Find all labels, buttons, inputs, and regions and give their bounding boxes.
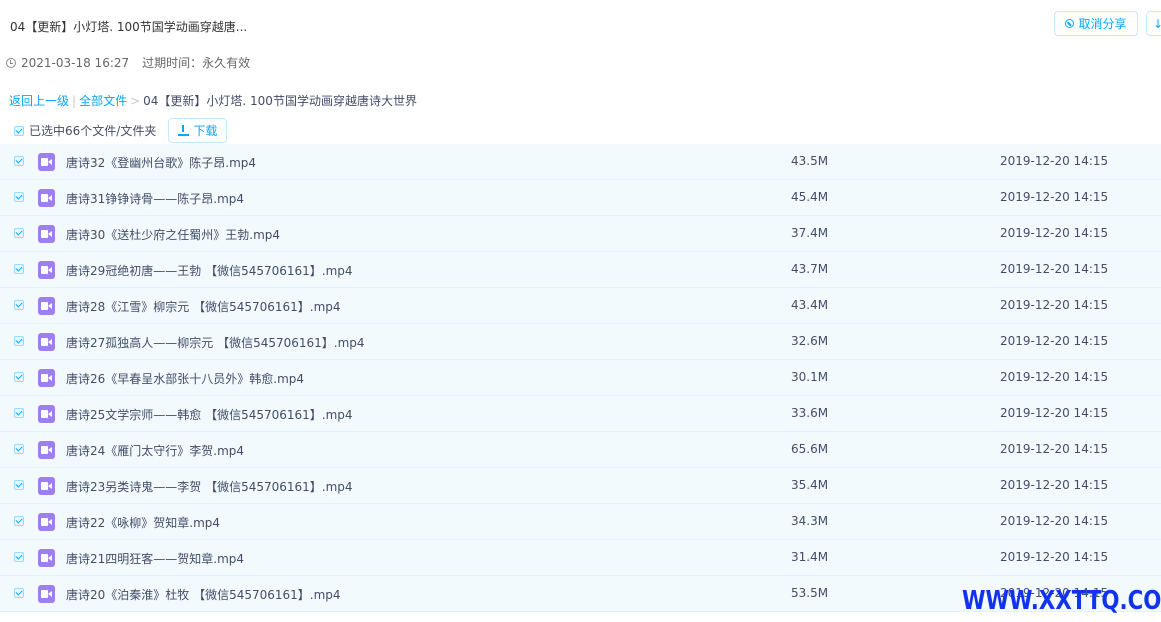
file-name[interactable]: 唐诗32《登幽州台歌》陈子昂.mp4: [66, 154, 256, 171]
breadcrumb-separator: |: [72, 93, 77, 108]
file-size: 32.6M: [791, 334, 829, 348]
file-name[interactable]: 唐诗25文学宗师——韩愈 【微信545706161】.mp4: [66, 406, 353, 423]
file-size: 45.4M: [791, 190, 829, 204]
cancel-share-button[interactable]: 取消分享: [1054, 11, 1138, 36]
file-date: 2019-12-20 14:15: [1000, 370, 1109, 384]
row-checkbox[interactable]: [14, 300, 24, 310]
clock-icon: [6, 57, 16, 68]
file-name[interactable]: 唐诗22《咏柳》贺知章.mp4: [66, 514, 220, 531]
video-file-icon: [38, 441, 55, 459]
file-size: 43.4M: [791, 298, 829, 312]
file-name[interactable]: 唐诗23另类诗鬼——李贺 【微信545706161】.mp4: [66, 478, 353, 495]
selection-count: 已选中66个文件/文件夹: [29, 124, 157, 138]
file-date: 2019-12-20 14:15: [1000, 226, 1109, 240]
file-row[interactable]: 唐诗26《早春呈水部张十八员外》韩愈.mp4 30.1M 2019-12-20 14…: [0, 360, 1161, 396]
file-row[interactable]: 唐诗22《咏柳》贺知章.mp4 34.3M 2019-12-20 14:15: [0, 504, 1161, 540]
file-date: 2019-12-20 14:15: [1000, 190, 1109, 204]
file-row[interactable]: 唐诗25文学宗师——韩愈 【微信545706161】.mp4 33.6M 2019-…: [0, 396, 1161, 432]
file-size: 33.6M: [791, 406, 829, 420]
file-name[interactable]: 唐诗24《雁门太守行》李贺.mp4: [66, 442, 244, 459]
file-row[interactable]: 唐诗30《送杜少府之任蜀州》王勃.mp4 37.4M 2019-12-20 14:1…: [0, 216, 1161, 252]
download-icon: [178, 125, 190, 136]
ban-icon: [1065, 19, 1075, 28]
file-date: 2019-12-20 14:15: [1000, 406, 1109, 420]
file-date: 2019-12-20 14:15: [1000, 298, 1109, 312]
video-file-icon: [38, 225, 55, 243]
video-file-icon: [38, 477, 55, 495]
row-checkbox[interactable]: [14, 444, 24, 454]
row-checkbox[interactable]: [14, 192, 24, 202]
file-size: 43.5M: [791, 154, 829, 168]
video-file-icon: [38, 297, 55, 315]
file-name[interactable]: 唐诗26《早春呈水部张十八员外》韩愈.mp4: [66, 370, 304, 387]
file-row[interactable]: 唐诗28《江雪》柳宗元 【微信545706161】.mp4 43.4M 2019-1…: [0, 288, 1161, 324]
file-name[interactable]: 唐诗29冠绝初唐——王勃 【微信545706161】.mp4: [66, 262, 353, 279]
row-checkbox[interactable]: [14, 480, 24, 490]
file-size: 65.6M: [791, 442, 829, 456]
row-checkbox[interactable]: [14, 588, 24, 598]
video-file-icon: [38, 549, 55, 567]
file-row[interactable]: 唐诗23另类诗鬼——李贺 【微信545706161】.mp4 35.4M 2019-…: [0, 468, 1161, 504]
download-button[interactable]: 下载: [168, 118, 228, 143]
row-checkbox[interactable]: [14, 336, 24, 346]
selection-bar: 已选中66个文件/文件夹 下载: [14, 118, 228, 143]
download-label: 下载: [193, 124, 218, 138]
row-checkbox[interactable]: [14, 372, 24, 382]
video-file-icon: [38, 513, 55, 531]
file-date: 2019-12-20 14:15: [1000, 550, 1109, 564]
file-name[interactable]: 唐诗20《泊秦淮》杜牧 【微信545706161】.mp4: [66, 586, 341, 603]
file-date: 2019-12-20 14:15: [1000, 262, 1109, 276]
file-date: 2019-12-20 14:15: [1000, 154, 1109, 168]
video-file-icon: [38, 261, 55, 279]
video-file-icon: [38, 405, 55, 423]
file-size: 53.5M: [791, 586, 829, 600]
video-file-icon: [38, 369, 55, 387]
download-arrow-icon: ↓: [1153, 16, 1161, 31]
file-size: 43.7M: [791, 262, 829, 276]
row-checkbox[interactable]: [14, 264, 24, 274]
share-meta: 2021-03-18 16:27 过期时间：永久有效: [6, 54, 250, 71]
row-checkbox[interactable]: [14, 228, 24, 238]
file-name[interactable]: 唐诗27孤独高人——柳宗元 【微信545706161】.mp4: [66, 334, 365, 351]
row-checkbox[interactable]: [14, 156, 24, 166]
file-size: 31.4M: [791, 550, 829, 564]
share-time: 2021-03-18 16:27: [21, 55, 130, 70]
file-row[interactable]: 唐诗32《登幽州台歌》陈子昂.mp4 43.5M 2019-12-20 14:15: [0, 144, 1161, 180]
video-file-icon: [38, 585, 55, 603]
video-file-icon: [38, 153, 55, 171]
watermark: WWW.XXTTQ.COM: [962, 586, 1161, 616]
video-file-icon: [38, 333, 55, 351]
file-date: 2019-12-20 14:15: [1000, 478, 1109, 492]
row-checkbox[interactable]: [14, 516, 24, 526]
breadcrumb-arrow: >: [130, 93, 141, 108]
row-checkbox[interactable]: [14, 408, 24, 418]
breadcrumb: 返回上一级 | 全部文件 > 04【更新】小灯塔. 100节国学动画穿越唐诗大世…: [9, 92, 417, 109]
file-name[interactable]: 唐诗31铮铮诗骨——陈子昂.mp4: [66, 190, 244, 207]
current-folder: 04【更新】小灯塔. 100节国学动画穿越唐诗大世界: [143, 94, 417, 108]
save-to-disk-button[interactable]: ↓: [1146, 11, 1161, 36]
row-checkbox[interactable]: [14, 552, 24, 562]
file-size: 35.4M: [791, 478, 829, 492]
file-name[interactable]: 唐诗30《送杜少府之任蜀州》王勃.mp4: [66, 226, 280, 243]
select-all-checkbox[interactable]: [14, 125, 24, 136]
all-files-link[interactable]: 全部文件: [79, 92, 127, 109]
expire-info: 过期时间：永久有效: [142, 56, 251, 70]
file-name[interactable]: 唐诗28《江雪》柳宗元 【微信545706161】.mp4: [66, 298, 341, 315]
back-link[interactable]: 返回上一级: [9, 92, 69, 109]
file-date: 2019-12-20 14:15: [1000, 334, 1109, 348]
file-row[interactable]: 唐诗27孤独高人——柳宗元 【微信545706161】.mp4 32.6M 2019…: [0, 324, 1161, 360]
share-title: 04【更新】小灯塔. 100节国学动画穿越唐...: [10, 20, 248, 34]
file-row[interactable]: 唐诗31铮铮诗骨——陈子昂.mp4 45.4M 2019-12-20 14:15: [0, 180, 1161, 216]
file-size: 30.1M: [791, 370, 829, 384]
file-size: 34.3M: [791, 514, 829, 528]
file-size: 37.4M: [791, 226, 829, 240]
file-row[interactable]: 唐诗21四明狂客——贺知章.mp4 31.4M 2019-12-20 14:15: [0, 540, 1161, 576]
cancel-share-label: 取消分享: [1078, 17, 1127, 31]
file-date: 2019-12-20 14:15: [1000, 442, 1109, 456]
file-name[interactable]: 唐诗21四明狂客——贺知章.mp4: [66, 550, 244, 567]
file-row[interactable]: 唐诗29冠绝初唐——王勃 【微信545706161】.mp4 43.7M 2019-…: [0, 252, 1161, 288]
file-row[interactable]: 唐诗24《雁门太守行》李贺.mp4 65.6M 2019-12-20 14:15: [0, 432, 1161, 468]
file-date: 2019-12-20 14:15: [1000, 514, 1109, 528]
video-file-icon: [38, 189, 55, 207]
